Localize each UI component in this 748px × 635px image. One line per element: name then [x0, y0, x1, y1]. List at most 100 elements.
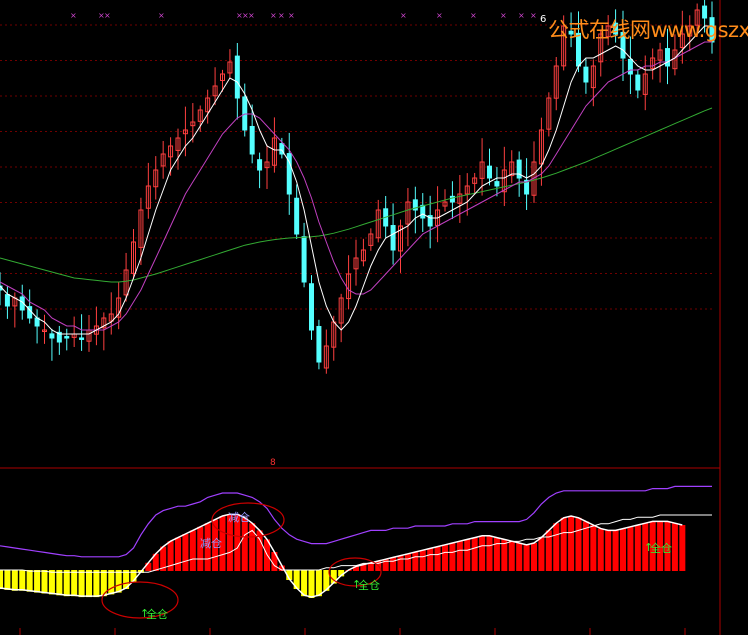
top-signal-marker: × — [436, 11, 443, 20]
histogram-bar — [597, 528, 604, 571]
histogram-bar — [175, 537, 181, 571]
histogram-bar — [493, 537, 500, 571]
histogram-bar — [634, 525, 641, 571]
top-signal-markers: × × × × × × × × × × × × × × × × — [70, 11, 537, 20]
histogram-bar — [612, 530, 619, 571]
histogram-bar — [145, 562, 152, 571]
signal-full-label-1: 全仓 — [146, 608, 168, 621]
histogram-bar — [182, 534, 189, 571]
histogram-bar — [412, 552, 419, 571]
histogram-bar — [456, 541, 463, 571]
top-signal-marker: × — [518, 11, 525, 20]
histogram-bar — [508, 541, 515, 571]
candle-body — [294, 197, 300, 235]
top-signal-marker: × — [158, 11, 165, 20]
histogram-bar — [315, 570, 322, 597]
histogram-bar — [523, 544, 530, 571]
candle-body — [4, 294, 10, 307]
histogram-bar — [4, 570, 11, 590]
top-signal-marker: × — [530, 11, 537, 20]
histogram-bar — [241, 517, 248, 571]
candlestick-series — [0, 0, 715, 374]
histogram-bar — [605, 530, 612, 571]
histogram-bar — [471, 537, 478, 571]
top-value-marker: 6 — [540, 14, 546, 25]
candle-body — [64, 336, 70, 339]
histogram-bar — [642, 523, 649, 571]
histogram-bar — [108, 570, 115, 595]
histogram-bar — [404, 553, 411, 571]
histogram-bar — [464, 539, 471, 571]
histogram-bar — [486, 535, 493, 571]
signal-reduce-label-2: 减仓 — [200, 537, 222, 550]
histogram-bar — [479, 535, 486, 571]
candle-body — [665, 48, 670, 67]
candle-body — [301, 236, 307, 283]
histogram-bar — [434, 546, 441, 571]
histogram-bar — [627, 526, 634, 571]
price-grid — [0, 0, 721, 635]
histogram-bar — [501, 539, 508, 571]
histogram-bar — [34, 570, 41, 593]
top-signal-marker: × — [288, 11, 295, 20]
moving-average-lines — [0, 25, 713, 335]
histogram-bar — [0, 570, 3, 589]
watermark-text: 公式在线网www.gszx.com.cn — [548, 18, 748, 42]
candle-body — [449, 195, 455, 203]
histogram-bar — [531, 543, 537, 571]
histogram-bar — [41, 570, 48, 594]
candle-body — [516, 159, 522, 179]
histogram-bar — [442, 544, 448, 571]
histogram-bar — [48, 570, 55, 595]
ma-mid-line — [0, 41, 712, 331]
histogram-bar — [308, 570, 315, 598]
ma-fast-line — [0, 25, 712, 335]
candle-body — [635, 74, 641, 91]
candle-body — [249, 125, 255, 155]
histogram-bar — [11, 570, 18, 591]
top-signal-marker: × — [248, 11, 255, 20]
histogram-bar — [390, 557, 397, 571]
signal-full-label-2: 全仓 — [358, 579, 380, 592]
top-signal-marker: × — [470, 11, 477, 20]
indicator-panel-frame — [19, 628, 686, 635]
top-signal-marker: × — [500, 11, 507, 20]
top-signal-marker: × — [70, 11, 77, 20]
histogram-bar — [590, 525, 597, 571]
histogram-bar — [189, 530, 196, 571]
top-signal-marker: × — [278, 11, 285, 20]
histogram-bar — [86, 570, 92, 598]
histogram-bar — [449, 543, 456, 571]
histogram-bar — [93, 570, 100, 598]
histogram-bar — [19, 570, 26, 591]
top-signal-marker: × — [270, 11, 277, 20]
candle-body — [487, 165, 492, 179]
histogram-bar — [78, 570, 85, 598]
histogram-bar — [538, 537, 545, 571]
candle-body — [234, 55, 240, 99]
histogram-bar — [679, 525, 686, 571]
histogram-bar — [560, 517, 567, 571]
top-signal-marker: × — [400, 11, 407, 20]
candle-body — [316, 326, 322, 363]
indicator-histogram — [0, 513, 686, 598]
histogram-bar — [620, 528, 626, 571]
candle-body — [420, 204, 426, 219]
candle-body — [49, 333, 55, 339]
candle-body — [390, 225, 396, 251]
histogram-bar — [56, 570, 63, 596]
histogram-bar — [575, 517, 582, 571]
candle-body — [79, 337, 85, 340]
chart-stage: ×××××××××××××××× 8 6 公式在线网www.gszx.com.c… — [0, 0, 748, 635]
histogram-bar — [397, 555, 404, 571]
histogram-bar — [671, 523, 678, 571]
candle-body — [257, 159, 263, 171]
stock-chart: × × × × × × × × × × × × × × × × 8 6 — [0, 0, 721, 635]
top-signal-marker: × — [104, 11, 111, 20]
histogram-bar — [419, 550, 426, 571]
signal-full-label-3: 全仓 — [650, 542, 672, 555]
signal-reduce-label-1: 减仓 — [228, 511, 250, 524]
candle-body — [242, 96, 248, 131]
histogram-bar — [71, 570, 78, 597]
histogram-bar — [553, 523, 560, 571]
